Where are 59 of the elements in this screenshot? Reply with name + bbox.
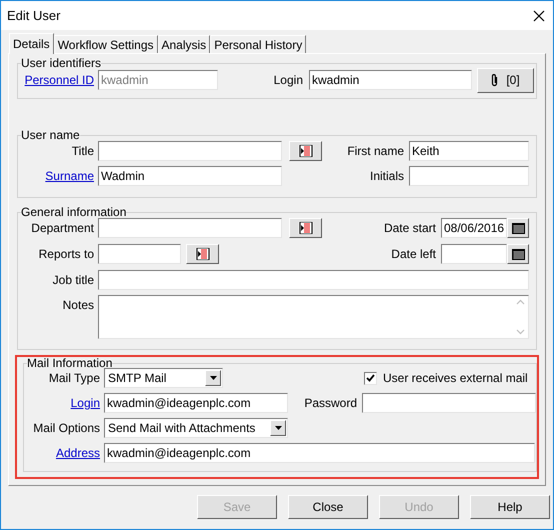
window-title: Edit User xyxy=(7,6,60,25)
calendar-button[interactable] xyxy=(507,218,529,238)
field-label: Job title xyxy=(52,272,94,289)
group-title: User name xyxy=(21,129,80,142)
list-icon xyxy=(196,248,210,260)
text-field[interactable] xyxy=(98,218,282,238)
text-field[interactable] xyxy=(98,270,529,290)
lookup-button[interactable] xyxy=(289,141,322,162)
field-link[interactable]: Login xyxy=(24,394,100,412)
checkbox[interactable] xyxy=(364,372,377,384)
checkbox-label: User receives external mail xyxy=(383,370,528,387)
field-label: Title xyxy=(70,143,94,160)
dialog-button[interactable]: Help xyxy=(470,495,550,519)
field-label: Password xyxy=(303,395,357,412)
field-label: First name xyxy=(346,143,404,160)
tab[interactable]: Analysis xyxy=(158,35,210,53)
text-field[interactable]: kwadmin xyxy=(309,70,472,90)
text-field[interactable]: Keith xyxy=(409,141,529,162)
tab[interactable]: Personal History xyxy=(210,35,306,53)
field-link[interactable]: Address xyxy=(24,444,100,462)
calendar-icon xyxy=(512,222,524,234)
field-link[interactable]: Surname xyxy=(18,167,94,186)
calendar-button[interactable] xyxy=(507,244,529,264)
calendar-icon xyxy=(512,248,524,260)
text-field[interactable]: kwadmin@ideagenplc.com xyxy=(104,443,535,463)
close-icon[interactable] xyxy=(533,10,545,22)
field-label: Date start xyxy=(382,220,436,237)
attachments-button[interactable]: [0] xyxy=(477,68,534,92)
dialog-button[interactable]: Close xyxy=(288,495,368,519)
group-title: General information xyxy=(21,206,126,219)
group-title: User identifiers xyxy=(21,57,102,70)
list-icon xyxy=(298,222,312,234)
text-field[interactable]: Wadmin xyxy=(98,166,282,186)
text-field[interactable] xyxy=(441,244,507,264)
field-label: Department xyxy=(30,220,94,237)
caret-icon xyxy=(274,426,282,430)
paperclip-icon xyxy=(491,73,498,87)
lookup-button[interactable] xyxy=(289,218,322,238)
field-label: Date left xyxy=(390,246,436,263)
text-field[interactable]: kwadmin@ideagenplc.com xyxy=(104,393,288,413)
field-label: Notes xyxy=(62,297,94,314)
lookup-button[interactable] xyxy=(186,244,219,264)
tab[interactable]: Workflow Settings xyxy=(54,35,158,53)
group-title: Mail Information xyxy=(27,357,112,370)
field-label: Initials xyxy=(368,168,404,186)
caret-icon xyxy=(210,376,216,380)
text-field[interactable] xyxy=(409,166,529,186)
field-label: Mail Options xyxy=(32,420,100,437)
field-label: Login xyxy=(272,72,303,89)
text-field[interactable] xyxy=(98,141,282,162)
text-field[interactable] xyxy=(98,244,181,264)
tab[interactable]: Details xyxy=(9,33,54,54)
text-field[interactable]: 08/06/2016 xyxy=(441,218,507,238)
list-icon xyxy=(298,145,312,158)
field-label: Reports to xyxy=(38,246,94,263)
text-field[interactable] xyxy=(362,393,536,413)
field-label: Mail Type xyxy=(48,370,100,387)
dropdown[interactable]: Send Mail with Attachments xyxy=(104,418,288,438)
dropdown[interactable]: SMTP Mail xyxy=(104,368,223,388)
